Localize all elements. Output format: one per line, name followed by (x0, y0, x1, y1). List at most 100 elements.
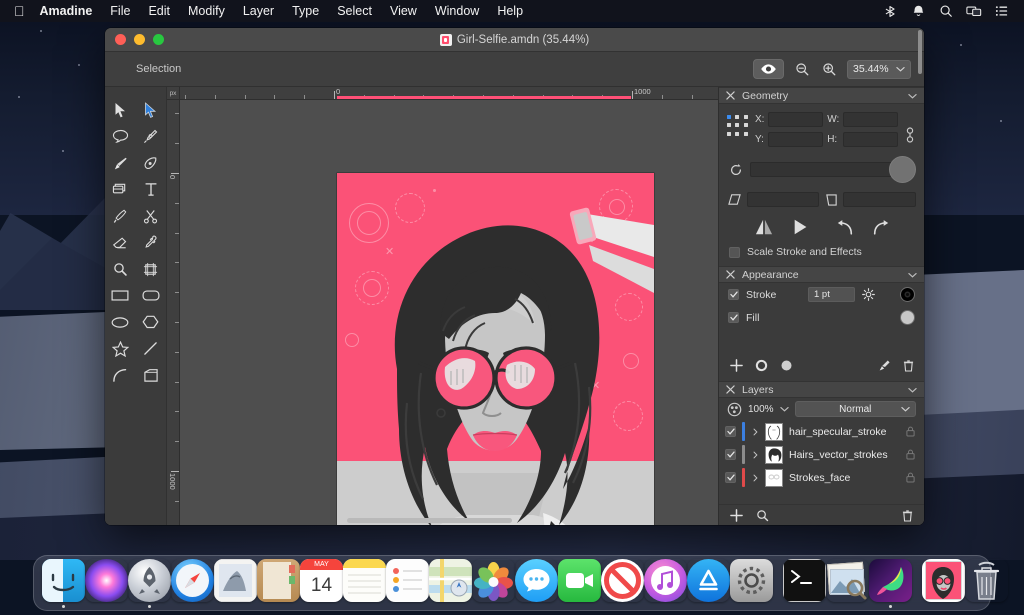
siri-icon[interactable] (85, 559, 128, 602)
add-layer-icon[interactable] (730, 508, 743, 522)
arc-tool[interactable] (108, 363, 133, 388)
menu-item-modify[interactable]: Modify (179, 0, 234, 22)
calendar-icon[interactable]: MAY 14 (300, 559, 343, 602)
close-x-icon[interactable] (726, 270, 735, 279)
menu-item-help[interactable]: Help (488, 0, 532, 22)
dock-item-contacts[interactable] (257, 558, 300, 608)
corner-shape-tool[interactable] (138, 363, 163, 388)
maximize-window-button[interactable] (153, 34, 164, 45)
lasso-tool[interactable] (108, 124, 133, 149)
zoom-tool[interactable] (108, 257, 133, 282)
close-x-icon[interactable] (726, 91, 735, 100)
layer-visibility-checkbox[interactable] (725, 472, 736, 483)
fill-checkbox[interactable] (728, 312, 739, 323)
ruler-unit-label[interactable]: px (167, 87, 180, 100)
zoom-level-select[interactable]: 35.44% (847, 59, 911, 79)
vertical-ruler[interactable]: 0 1000 (167, 100, 180, 525)
spotlight-search-icon[interactable] (932, 0, 960, 22)
geometry-section-header[interactable]: Geometry (719, 87, 924, 104)
close-window-button[interactable] (115, 34, 126, 45)
chevron-down-icon[interactable] (908, 387, 917, 393)
terminal-icon[interactable] (783, 559, 826, 602)
dock-item-reminders[interactable] (386, 558, 429, 608)
add-stroke-icon[interactable] (755, 359, 768, 372)
trash-icon[interactable] (965, 559, 1008, 602)
rotate-right-icon[interactable] (872, 219, 890, 236)
knife-tool[interactable] (108, 204, 133, 229)
menu-item-select[interactable]: Select (328, 0, 381, 22)
photos-icon[interactable] (472, 559, 515, 602)
layer-expand-arrow[interactable] (751, 428, 759, 436)
search-layer-icon[interactable] (756, 509, 769, 522)
dock-item-system-preferences[interactable] (730, 558, 773, 608)
layers-section-header[interactable]: Layers (719, 381, 924, 398)
type-tool[interactable] (138, 177, 163, 202)
opacity-icon[interactable] (727, 402, 742, 417)
rounded-rectangle-tool[interactable] (138, 283, 163, 308)
horizontal-scrollbar[interactable] (347, 518, 512, 523)
launchpad-icon[interactable] (128, 559, 171, 602)
x-input[interactable] (768, 112, 824, 127)
finder-icon[interactable] (42, 559, 85, 602)
artboard[interactable]: ✕ ✕ ✕ ✕ (337, 173, 654, 525)
dock-item-facetime[interactable] (558, 558, 601, 608)
lock-icon[interactable] (906, 426, 915, 437)
dock-item-maps[interactable] (429, 558, 472, 608)
reminders-icon[interactable] (386, 559, 429, 602)
pen-tool[interactable] (138, 124, 163, 149)
menu-item-file[interactable]: File (101, 0, 139, 22)
menu-item-type[interactable]: Type (283, 0, 328, 22)
dock-item-app-store[interactable] (687, 558, 730, 608)
system-preferences-icon[interactable] (730, 559, 773, 602)
dock-item-finder[interactable] (42, 558, 85, 608)
fill-row[interactable]: Fill (719, 306, 924, 329)
layer-visibility-checkbox[interactable] (725, 426, 736, 437)
menu-item-layer[interactable]: Layer (234, 0, 283, 22)
link-dimensions-button[interactable] (904, 112, 916, 144)
menu-item-view[interactable]: View (381, 0, 426, 22)
restricted-icon[interactable] (601, 559, 644, 602)
dock-item-calendar[interactable]: MAY 14 (300, 558, 343, 608)
stroke-row[interactable]: Stroke 1 pt (719, 283, 924, 306)
polygon-tool[interactable] (138, 310, 163, 335)
delete-layer-icon[interactable] (902, 509, 913, 522)
artboard-tool[interactable] (138, 257, 163, 282)
notes-icon[interactable] (343, 559, 386, 602)
blend-mode-select[interactable]: Normal (794, 401, 916, 417)
menu-item-window[interactable]: Window (426, 0, 488, 22)
zoom-out-button[interactable] (793, 60, 811, 78)
gear-icon[interactable] (862, 288, 875, 301)
layer-row[interactable]: Strokes_face (719, 466, 924, 489)
dock-item-safari[interactable] (171, 558, 214, 608)
close-x-icon[interactable] (726, 385, 735, 394)
anchor-point-grid[interactable] (727, 115, 749, 137)
brush-tool[interactable] (108, 151, 133, 176)
dock-item-messages[interactable] (515, 558, 558, 608)
dock-item-preview[interactable] (826, 558, 869, 608)
scissors-tool[interactable] (138, 204, 163, 229)
dock-item-siri[interactable] (85, 558, 128, 608)
amadine-icon[interactable] (869, 559, 912, 602)
dock-item-terminal[interactable] (783, 558, 826, 608)
dock-item-itunes[interactable] (644, 558, 687, 608)
zoom-in-button[interactable] (820, 60, 838, 78)
dock-item-restricted[interactable] (601, 558, 644, 608)
rectangle-tool[interactable] (108, 283, 133, 308)
stroke-width-input[interactable]: 1 pt (808, 287, 855, 302)
direct-selection-tool[interactable] (138, 98, 163, 123)
preview-icon[interactable] (826, 559, 869, 602)
minimize-window-button[interactable] (134, 34, 145, 45)
delete-trash-icon[interactable] (903, 359, 914, 372)
layer-expand-arrow[interactable] (751, 451, 759, 459)
itunes-icon[interactable] (644, 559, 687, 602)
eyedropper-tool[interactable] (138, 230, 163, 255)
horizontal-ruler[interactable]: 0 1000 (180, 87, 718, 100)
dock-item-mail[interactable] (214, 558, 257, 608)
chevron-down-icon[interactable] (908, 93, 917, 99)
dock-item-launchpad[interactable] (128, 558, 171, 608)
star-tool[interactable] (108, 336, 133, 361)
flip-horizontal-icon[interactable] (754, 218, 774, 236)
add-plus-icon[interactable] (730, 359, 743, 372)
shape-builder-tool[interactable] (108, 177, 133, 202)
shear-vertical-input[interactable] (842, 192, 916, 207)
